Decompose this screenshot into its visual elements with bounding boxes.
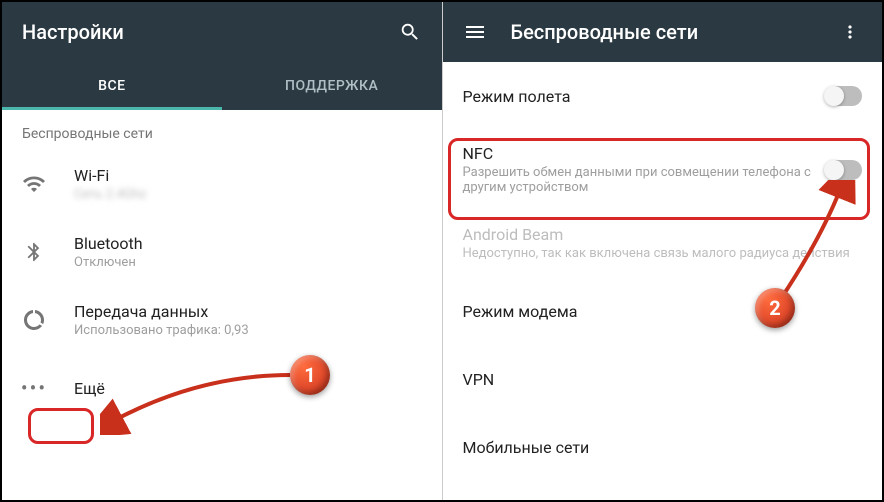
wifi-label: Wi-Fi	[74, 166, 422, 185]
beam-label: Android Beam	[463, 225, 863, 244]
item-data-usage[interactable]: Передача данных Использовано трафика: 0,…	[2, 286, 442, 354]
tab-all[interactable]: ВСЕ	[2, 62, 222, 110]
data-usage-sub: Использовано трафика: 0,93	[74, 323, 422, 338]
settings-list: Wi-Fi Сеть 2.4Ghz Bluetooth Отключен П	[2, 150, 442, 500]
item-tethering[interactable]: Режим модема	[443, 277, 883, 345]
wireless-title: Беспроводные сети	[511, 20, 821, 44]
bluetooth-icon	[22, 240, 46, 264]
settings-tabs: ВСЕ ПОДДЕРЖКА	[2, 62, 442, 110]
data-usage-icon	[22, 308, 46, 332]
wireless-list: Режим полета NFC Разрешить обмен данными…	[443, 62, 883, 500]
nfc-toggle[interactable]	[826, 160, 862, 180]
item-bluetooth[interactable]: Bluetooth Отключен	[2, 218, 442, 286]
wifi-icon	[22, 172, 46, 196]
settings-title: Настройки	[22, 20, 380, 44]
item-nfc[interactable]: NFC Разрешить обмен данными при совмещен…	[443, 130, 883, 209]
nfc-sub: Разрешить обмен данными при совмещении т…	[463, 165, 815, 195]
tab-support[interactable]: ПОДДЕРЖКА	[222, 62, 442, 110]
wireless-pane: Беспроводные сети Режим полета NFC Разре…	[443, 2, 883, 500]
wireless-header: Беспроводные сети	[443, 2, 883, 62]
item-mobile-networks[interactable]: Мобильные сети	[443, 413, 883, 481]
bluetooth-label: Bluetooth	[74, 234, 422, 253]
section-wireless: Беспроводные сети	[2, 110, 442, 150]
beam-sub: Недоступно, так как включена связь малог…	[463, 246, 863, 261]
annotation-badge-1: 1	[290, 355, 330, 395]
vpn-label: VPN	[463, 370, 863, 389]
item-wifi[interactable]: Wi-Fi Сеть 2.4Ghz	[2, 150, 442, 218]
item-vpn[interactable]: VPN	[443, 345, 883, 413]
overflow-icon[interactable]	[838, 20, 862, 44]
annotation-badge-2: 2	[755, 288, 795, 328]
settings-pane: Настройки ВСЕ ПОДДЕРЖКА Беспроводные сет…	[2, 2, 443, 500]
settings-header: Настройки	[2, 2, 442, 62]
item-more[interactable]: ••• Ещё	[2, 354, 442, 422]
menu-icon[interactable]	[463, 20, 487, 44]
airplane-toggle[interactable]	[826, 86, 862, 106]
tether-label: Режим модема	[463, 302, 863, 321]
nfc-label: NFC	[463, 144, 815, 163]
more-horizontal-icon: •••	[22, 376, 46, 400]
mobile-label: Мобильные сети	[463, 438, 863, 457]
airplane-label: Режим полета	[463, 87, 815, 106]
wifi-sub: Сеть 2.4Ghz	[74, 187, 422, 202]
search-icon[interactable]	[398, 20, 422, 44]
item-airplane[interactable]: Режим полета	[443, 62, 883, 130]
item-android-beam: Android Beam Недоступно, так как включен…	[443, 209, 883, 277]
more-label: Ещё	[74, 379, 422, 398]
bluetooth-sub: Отключен	[74, 255, 422, 270]
data-usage-label: Передача данных	[74, 302, 422, 321]
